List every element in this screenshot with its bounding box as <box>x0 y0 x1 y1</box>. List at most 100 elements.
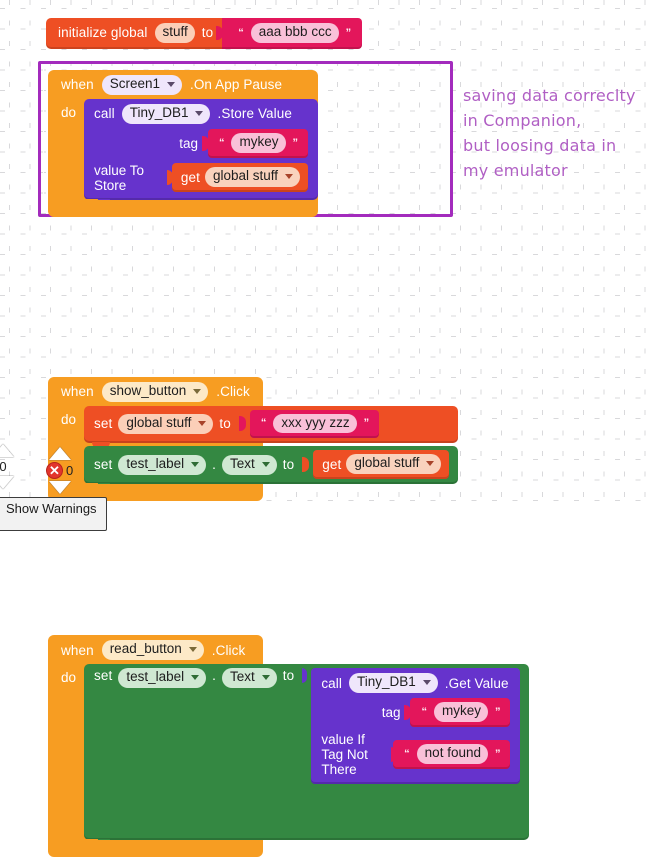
argument-row-tag: tag “ mykey ” <box>321 698 511 727</box>
event-body-read-button-click: do set test_label . Text to call Tiny_DB… <box>48 664 530 846</box>
event-header-on-app-pause[interactable]: when Screen1 .On App Pause <box>48 70 318 99</box>
chevron-down-icon[interactable] <box>261 675 270 681</box>
component-dropdown-tinydb1[interactable]: Tiny_DB1 <box>349 673 438 693</box>
do-label: do <box>61 670 77 686</box>
event-footer <box>48 838 263 857</box>
open-quote-icon: “ <box>218 136 225 149</box>
next-error-icon[interactable] <box>48 481 71 494</box>
get-keyword: get <box>322 456 342 472</box>
value-socket[interactable] <box>238 416 246 432</box>
text-block-mykey[interactable]: “ mykey ” <box>410 698 511 727</box>
initialize-global-to-label: to <box>201 25 214 41</box>
when-keyword: when <box>61 77 94 93</box>
error-icon[interactable]: ✕ <box>46 462 63 479</box>
property-dropdown-text[interactable]: Text <box>222 454 277 475</box>
block-set-global-stuff[interactable]: set global stuff to “ xxx yyy zzz ” <box>84 405 459 450</box>
warning-indicator-partial-left[interactable]: 0 <box>0 444 14 489</box>
chevron-down-icon[interactable] <box>261 461 270 467</box>
block-when-show-button-click[interactable]: when show_button .Click do set global st… <box>48 376 459 502</box>
show-warnings-button[interactable]: Show Warnings <box>0 497 107 531</box>
block-set-test-label-text[interactable]: set test_label . Text to get global stuf… <box>84 446 459 491</box>
component-name-text: read_button <box>109 641 182 657</box>
text-value-field[interactable]: mykey <box>433 702 488 722</box>
text-value-field[interactable]: mykey <box>231 132 286 153</box>
previous-warning-icon[interactable] <box>0 444 14 457</box>
previous-error-icon[interactable] <box>48 447 71 460</box>
annotation-line-4: my emulator <box>463 161 568 180</box>
text-block-xxx-yyy-zzz[interactable]: “ xxx yyy zzz ” <box>249 409 380 439</box>
component-dropdown-test-label[interactable]: test_label <box>118 668 207 688</box>
component-dropdown-screen1[interactable]: Screen1 <box>101 75 182 95</box>
chevron-down-icon[interactable] <box>285 174 293 180</box>
text-value-field[interactable]: xxx yyy zzz <box>273 413 357 434</box>
block-call-tinydb1-store-value[interactable]: call Tiny_DB1 .Store Value tag “ mykey ” <box>84 98 318 206</box>
text-block-aaa-bbb-ccc[interactable]: “ aaa bbb ccc ” <box>216 18 363 49</box>
block-when-screen1-on-app-pause[interactable]: when Screen1 .On App Pause do call Tiny_… <box>48 70 318 217</box>
warning-count-row: 0 <box>0 459 7 474</box>
component-name-text: Screen1 <box>109 76 160 91</box>
text-block-plug <box>216 26 224 41</box>
chevron-down-icon[interactable] <box>166 81 175 87</box>
close-quote-icon: ” <box>494 705 501 718</box>
text-value-field[interactable]: not found <box>416 743 488 764</box>
error-indicator[interactable]: ✕ 0 <box>46 447 73 494</box>
argument-label-tag: tag <box>381 704 401 720</box>
variable-dropdown-global-stuff[interactable]: global stuff <box>118 414 214 434</box>
text-value: mykey <box>441 703 481 718</box>
open-quote-icon: “ <box>238 26 244 39</box>
block-get-global-stuff[interactable]: get global stuff <box>171 163 308 193</box>
component-dropdown-test-label[interactable]: test_label <box>118 454 207 475</box>
block-when-read-button-click[interactable]: when read_button .Click do set test_labe… <box>48 635 530 857</box>
block-set-test-label-text[interactable]: set test_label . Text to call Tiny_DB1 .… <box>84 664 530 846</box>
text-value-field[interactable]: aaa bbb ccc <box>250 23 339 43</box>
value-socket[interactable] <box>302 668 308 684</box>
open-quote-icon: “ <box>404 747 410 760</box>
close-quote-icon: ” <box>292 136 299 149</box>
call-header-store-value[interactable]: call Tiny_DB1 .Store Value <box>94 103 308 124</box>
chevron-down-icon[interactable] <box>191 675 200 681</box>
chevron-down-icon[interactable] <box>198 420 207 426</box>
annotation-line-1: saving data correclty <box>463 86 636 105</box>
property-name-text: Text <box>230 669 255 685</box>
block-initialize-global[interactable]: initialize global stuff to “ aaa bbb ccc… <box>46 18 363 49</box>
event-header-read-button-click[interactable]: when read_button .Click <box>48 635 263 665</box>
close-quote-icon: ” <box>363 417 370 430</box>
chevron-down-icon[interactable] <box>191 461 200 467</box>
set-keyword: set <box>94 457 113 473</box>
chevron-down-icon[interactable] <box>422 680 431 686</box>
text-block-not-found[interactable]: “ not found ” <box>393 739 511 769</box>
close-quote-icon: ” <box>494 747 501 760</box>
block-call-tinydb1-get-value[interactable]: call Tiny_DB1 .Get Value tag “ mykey ” v… <box>311 668 521 784</box>
global-variable-name-field[interactable]: stuff <box>154 23 195 43</box>
chevron-down-icon[interactable] <box>426 461 435 467</box>
property-name-text: Text <box>230 455 255 471</box>
component-name-text: show_button <box>109 382 187 398</box>
open-quote-icon: “ <box>421 705 427 718</box>
block-get-global-stuff[interactable]: get global stuff <box>313 450 450 480</box>
variable-name-text: global stuff <box>212 168 278 184</box>
chevron-down-icon[interactable] <box>195 110 204 116</box>
variable-dropdown-global-stuff[interactable]: global stuff <box>204 167 300 188</box>
to-label: to <box>219 416 231 432</box>
variable-dropdown-global-stuff[interactable]: global stuff <box>346 454 442 475</box>
to-label: to <box>282 457 295 473</box>
component-dropdown-show-button[interactable]: show_button <box>101 381 209 402</box>
next-warning-icon[interactable] <box>0 476 14 489</box>
global-variable-name-text: stuff <box>162 24 188 39</box>
text-block-mykey[interactable]: “ mykey ” <box>207 128 308 158</box>
chevron-down-icon[interactable] <box>188 647 197 653</box>
event-header-show-button-click[interactable]: when show_button .Click <box>48 376 263 406</box>
variable-name-text: global stuff <box>126 415 192 430</box>
annotation-line-2: in Companion, <box>463 111 582 130</box>
chevron-down-icon[interactable] <box>193 388 202 394</box>
warning-count: 0 <box>0 459 7 474</box>
get-keyword: get <box>180 169 200 185</box>
component-name-text: Tiny_DB1 <box>357 674 416 690</box>
initialize-global-header[interactable]: initialize global stuff to <box>46 18 224 49</box>
value-socket[interactable] <box>302 457 310 473</box>
component-dropdown-tinydb1[interactable]: Tiny_DB1 <box>121 103 211 124</box>
component-dropdown-read-button[interactable]: read_button <box>101 640 204 661</box>
component-name-text: Tiny_DB1 <box>129 104 189 120</box>
call-header-get-value[interactable]: call Tiny_DB1 .Get Value <box>321 673 510 693</box>
property-dropdown-text[interactable]: Text <box>222 668 277 688</box>
